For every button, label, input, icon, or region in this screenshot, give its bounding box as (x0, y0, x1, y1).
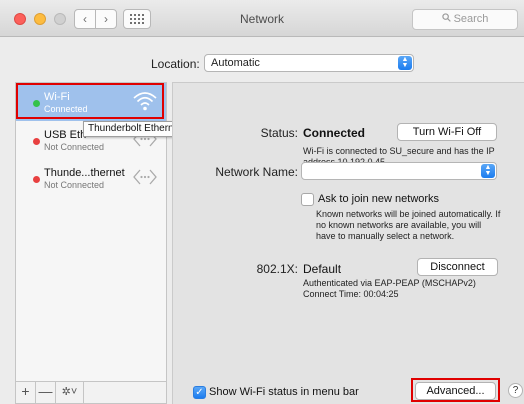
gear-icon[interactable]: ✲˅ (56, 382, 84, 403)
service-item-thunderbolt-ethernet[interactable]: Thunde...thernet Not Connected (16, 159, 166, 197)
search-field[interactable]: Search (412, 9, 518, 30)
dot1x-auth-note: Authenticated via EAP-PEAP (MSCHAPv2) (303, 278, 476, 288)
disconnect-button[interactable]: Disconnect (417, 258, 498, 276)
wifi-highlight-box (16, 83, 164, 119)
service-name: Thunde...thernet (44, 167, 125, 179)
service-status: Not Connected (44, 180, 105, 190)
help-button[interactable]: ? (508, 383, 523, 398)
turn-wifi-off-button[interactable]: Turn Wi-Fi Off (397, 123, 497, 141)
checkmark-icon: ✓ (195, 387, 204, 398)
service-list-controls: + — ✲˅ (15, 382, 167, 404)
dot1x-value: Default (303, 262, 342, 276)
show-wifi-status-label: Show Wi-Fi status in menu bar (209, 386, 359, 398)
search-placeholder: Search (453, 13, 489, 25)
ethernet-icon (133, 169, 157, 185)
advanced-highlight-box (411, 378, 500, 402)
service-status: Not Connected (44, 142, 105, 152)
remove-service-button[interactable]: — (36, 382, 56, 403)
location-value: Automatic (211, 57, 260, 69)
status-value: Connected (303, 126, 366, 140)
network-name-label: Network Name: (215, 165, 298, 179)
popup-arrows-icon: ▲ ▼ (398, 56, 412, 70)
add-service-button[interactable]: + (16, 382, 36, 403)
popup-arrows-icon: ▲ ▼ (481, 164, 495, 178)
ask-to-join-label: Ask to join new networks (318, 193, 440, 205)
status-dot-red (33, 176, 40, 183)
title-bar: ‹ › Network Search (0, 0, 524, 37)
location-popup[interactable]: Automatic ▲ ▼ (204, 54, 414, 72)
dot1x-label: 802.1X: (256, 262, 298, 276)
ask-to-join-checkbox[interactable] (301, 193, 314, 206)
location-label: Location: (151, 57, 200, 71)
search-icon (441, 10, 451, 29)
dot1x-connect-time: Connect Time: 00:04:25 (303, 289, 399, 299)
ask-to-join-note: Known networks will be joined automatica… (316, 209, 501, 241)
status-dot-red (33, 138, 40, 145)
network-name-popup[interactable]: ▲ ▼ (301, 162, 497, 180)
show-wifi-status-checkbox[interactable]: ✓ (193, 386, 206, 399)
service-name: USB Eth (44, 129, 87, 141)
status-label: Status: (260, 126, 298, 140)
